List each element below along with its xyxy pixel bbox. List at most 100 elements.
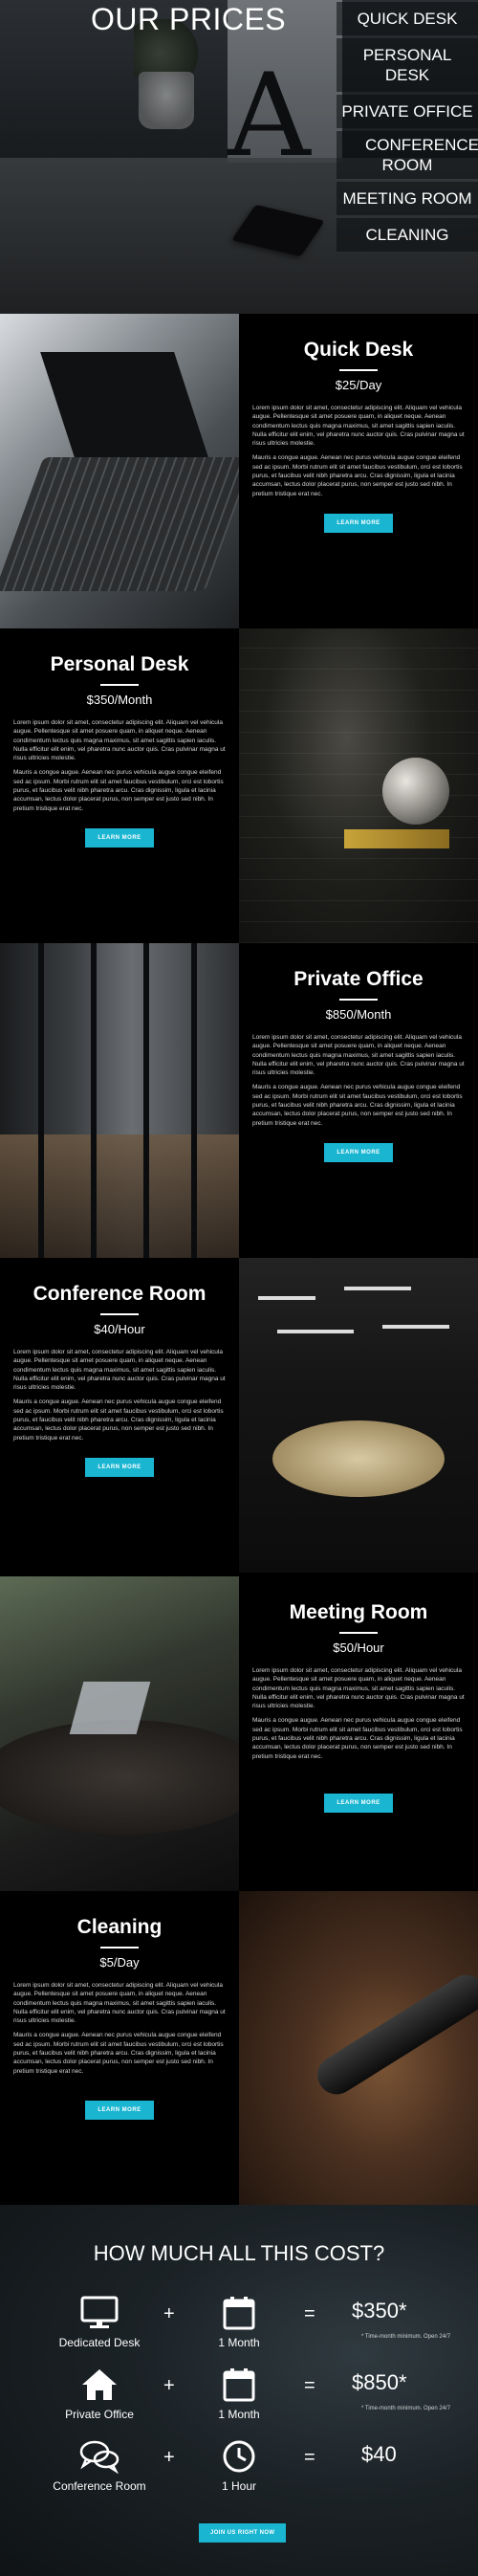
cleaning-text: Cleaning $5/Day Lorem ipsum dolor sit am… xyxy=(0,1891,239,2206)
section-price: $850/Month xyxy=(325,1007,392,1022)
equals-sign: = xyxy=(304,2375,315,2396)
section-paragraph: Mauris a congue augue. Aenean nec purus … xyxy=(13,2032,224,2075)
section-paragraph: Mauris a congue augue. Aenean nec purus … xyxy=(252,1717,463,1760)
menu-item-personal-desk[interactable]: PERSONAL DESK xyxy=(337,38,478,92)
section-paragraph: Lorem ipsum dolor sit amet, consectetur … xyxy=(13,719,226,762)
hero-decor-letter: A xyxy=(228,50,311,183)
cost-total: $40 xyxy=(361,2442,397,2466)
personal-desk-text: Personal Desk $350/Month Lorem ipsum dol… xyxy=(0,628,239,943)
hero-section: A OUR PRICES QUICK DESK PERSONAL DESK PR… xyxy=(0,0,478,314)
join-us-button[interactable]: JOIN US RIGHT NOW xyxy=(199,2523,287,2543)
private-office-text: Private Office $850/Month Lorem ipsum do… xyxy=(239,943,478,1258)
quick-desk-section: Quick Desk $25/Day Lorem ipsum dolor sit… xyxy=(0,314,478,628)
title-divider xyxy=(339,1632,378,1634)
chat-bubbles-icon xyxy=(79,2440,120,2474)
menu-item-quick-desk[interactable]: QUICK DESK xyxy=(337,2,478,35)
clock-icon xyxy=(223,2440,255,2473)
title-divider xyxy=(100,1313,139,1315)
laptop-keyboard-shape xyxy=(0,457,239,591)
cleaning-tool-shape xyxy=(310,1968,478,2102)
calendar-icon xyxy=(223,2368,255,2402)
section-paragraph: Lorem ipsum dolor sit amet, consectetur … xyxy=(252,405,465,448)
equals-sign: = xyxy=(304,2447,315,2468)
meeting-table-photo xyxy=(0,1576,239,1891)
section-title: Private Office xyxy=(293,968,424,990)
menu-item-conference-room[interactable]: CONFERENCE ROOM xyxy=(337,131,478,179)
laptop-photo xyxy=(0,314,239,628)
section-paragraph: Mauris a congue augue. Aenean nec purus … xyxy=(13,1398,224,1442)
section-paragraph: Lorem ipsum dolor sit amet, consectetur … xyxy=(252,1034,465,1077)
learn-more-button[interactable]: LEARN MORE xyxy=(85,2100,154,2120)
calendar-icon xyxy=(223,2297,255,2330)
books-shape xyxy=(344,829,449,848)
title-divider xyxy=(339,369,378,371)
section-title: Meeting Room xyxy=(289,1601,428,1623)
cost-row-private-office: Private Office + 1 Month = $850* * Time-… xyxy=(0,2367,478,2444)
cost-item-label: Dedicated Desk xyxy=(58,2336,141,2349)
menu-item-cleaning[interactable]: CLEANING xyxy=(337,218,478,252)
cost-total: $850* xyxy=(352,2370,407,2394)
menu-item-meeting-room[interactable]: MEETING ROOM xyxy=(337,182,478,215)
laptop-screen-shape xyxy=(40,352,208,457)
meeting-room-section: Meeting Room $50/Hour Lorem ipsum dolor … xyxy=(0,1576,478,1891)
equals-sign: = xyxy=(304,2303,315,2324)
menu-item-private-office[interactable]: PRIVATE OFFICE xyxy=(337,95,478,128)
conference-room-section: Conference Room $40/Hour Lorem ipsum dol… xyxy=(0,1258,478,1573)
section-paragraph: Lorem ipsum dolor sit amet, consectetur … xyxy=(13,1349,226,1392)
section-paragraph: Mauris a congue augue. Aenean nec purus … xyxy=(13,769,224,812)
cost-row-conference-room: Conference Room + 1 Hour = $40 xyxy=(0,2439,478,2516)
ceiling-light-shape xyxy=(382,1325,449,1329)
plus-sign: + xyxy=(163,2375,175,2396)
cost-duration: 1 Month xyxy=(182,2367,296,2421)
monitor-icon xyxy=(80,2296,119,2328)
cleaning-photo xyxy=(239,1891,478,2206)
cost-section: HOW MUCH ALL THIS COST? Dedicated Desk +… xyxy=(0,2205,478,2576)
section-price: $350/Month xyxy=(86,693,153,707)
cost-duration-label: 1 Month xyxy=(218,2408,260,2421)
title-divider xyxy=(339,999,378,1001)
cost-item: Conference Room xyxy=(42,2439,157,2493)
cost-duration: 1 Month xyxy=(182,2296,296,2349)
laptop-shape xyxy=(69,1682,151,1734)
learn-more-button[interactable]: LEARN MORE xyxy=(324,1142,393,1162)
cost-item-label: Private Office xyxy=(65,2408,134,2421)
section-paragraph: Lorem ipsum dolor sit amet, consectetur … xyxy=(13,1982,226,2025)
glass-office-photo xyxy=(0,943,239,1258)
cost-duration-label: 1 Hour xyxy=(221,2479,257,2493)
learn-more-button[interactable]: LEARN MORE xyxy=(324,513,393,533)
cost-item: Dedicated Desk xyxy=(42,2296,157,2349)
desk-lamp-photo xyxy=(239,628,478,943)
section-menu: QUICK DESK PERSONAL DESK PRIVATE OFFICE … xyxy=(337,2,478,254)
cost-item-label: Conference Room xyxy=(53,2479,146,2493)
ceiling-light-shape xyxy=(258,1296,315,1300)
cost-item: Private Office xyxy=(42,2367,157,2421)
cost-title: HOW MUCH ALL THIS COST? xyxy=(93,2241,385,2265)
conference-table-shape xyxy=(272,1420,445,1497)
globe-shape xyxy=(382,758,449,825)
section-price: $5/Day xyxy=(99,1955,140,1970)
section-title: Cleaning xyxy=(76,1916,163,1938)
meeting-room-text: Meeting Room $50/Hour Lorem ipsum dolor … xyxy=(239,1576,478,1891)
learn-more-button[interactable]: LEARN MORE xyxy=(85,1457,154,1477)
section-paragraph: Mauris a congue augue. Aenean nec purus … xyxy=(252,1084,463,1127)
learn-more-button[interactable]: LEARN MORE xyxy=(324,1793,393,1813)
cost-note: * Time-month minimum. Open 24/7 xyxy=(361,2406,451,2411)
floor-shape xyxy=(0,1134,239,1258)
window-frame-shape xyxy=(38,943,44,1258)
section-title: Personal Desk xyxy=(50,653,189,675)
plus-sign: + xyxy=(163,2447,175,2468)
learn-more-button[interactable]: LEARN MORE xyxy=(85,827,154,848)
title-divider xyxy=(100,684,139,686)
cost-row-dedicated-desk: Dedicated Desk + 1 Month = $350* * Time-… xyxy=(0,2296,478,2372)
conference-table-photo xyxy=(239,1258,478,1573)
window-frame-shape xyxy=(91,943,97,1258)
ceiling-light-shape xyxy=(277,1330,354,1333)
window-frame-shape xyxy=(191,943,197,1258)
section-title: Quick Desk xyxy=(303,339,414,361)
section-price: $50/Hour xyxy=(333,1640,384,1655)
section-price: $40/Hour xyxy=(94,1322,145,1336)
personal-desk-section: Personal Desk $350/Month Lorem ipsum dol… xyxy=(0,628,478,943)
private-office-section: Private Office $850/Month Lorem ipsum do… xyxy=(0,943,478,1258)
quick-desk-text: Quick Desk $25/Day Lorem ipsum dolor sit… xyxy=(239,314,478,628)
meeting-table-shape xyxy=(0,1720,239,1835)
